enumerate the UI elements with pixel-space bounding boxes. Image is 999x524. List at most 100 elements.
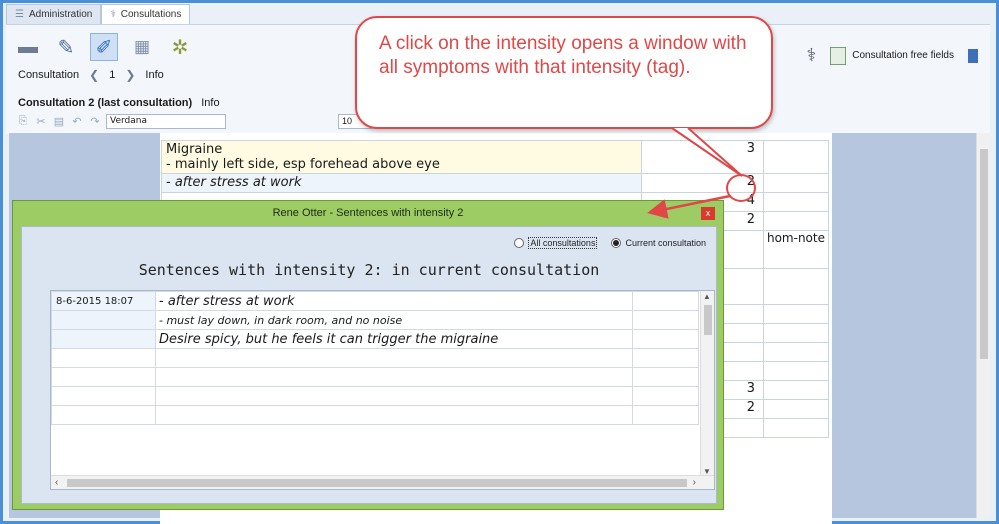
extra-cell — [632, 310, 699, 330]
radio-label-all[interactable]: All consultations — [528, 237, 598, 249]
paste-icon[interactable]: ▤ — [52, 114, 66, 128]
note-cell — [763, 304, 829, 324]
scroll-thumb[interactable] — [704, 305, 712, 335]
symptom-text[interactable]: - after stress at work — [161, 173, 642, 193]
note-cell — [763, 380, 829, 400]
date-cell — [51, 386, 156, 406]
highlight-circle — [726, 174, 756, 202]
scope-radio-group: All consultations Current consultation — [514, 237, 706, 249]
edit-icon[interactable]: ✎ — [52, 33, 80, 61]
tab-strip: ☰ Administration ⚕ Consultations — [6, 4, 191, 24]
table-row[interactable] — [51, 386, 699, 406]
consultation-nav: Consultation ❮ 1 ❯ Info — [18, 68, 164, 82]
note-cell — [763, 323, 829, 343]
table-row[interactable] — [51, 367, 699, 387]
scroll-thumb[interactable] — [67, 479, 687, 487]
info-button[interactable]: Info — [145, 69, 163, 81]
consultation-info-link[interactable]: Info — [201, 97, 219, 109]
prev-arrow-icon[interactable]: ❮ — [89, 68, 99, 82]
tab-consultations[interactable]: ⚕ Consultations — [101, 4, 191, 24]
extra-cell — [632, 386, 699, 406]
pen-icon[interactable]: ✐ — [90, 33, 118, 61]
note-cell — [763, 342, 829, 362]
grid-icon[interactable]: ▦ — [128, 33, 156, 61]
right-tools: ⚕ Consultation free fields — [807, 45, 978, 66]
book-icon[interactable] — [968, 48, 978, 63]
consultation-title: Consultation 2 (last consultation) Info — [18, 97, 220, 109]
scroll-thumb[interactable] — [980, 149, 988, 359]
page-number: 1 — [109, 69, 116, 81]
table-row[interactable] — [51, 348, 699, 368]
scroll-right-icon[interactable]: › — [693, 476, 696, 489]
free-fields-label: Consultation free fields — [852, 50, 954, 61]
font-select[interactable]: Verdana — [106, 113, 226, 129]
cut-icon[interactable]: ✂ — [34, 114, 48, 128]
sentence-cell[interactable] — [155, 367, 633, 387]
scroll-left-icon[interactable]: ‹ — [55, 476, 58, 489]
radio-current-consultation[interactable] — [611, 238, 622, 248]
free-fields-button[interactable]: Consultation free fields — [830, 46, 954, 65]
next-arrow-icon[interactable]: ❯ — [125, 68, 135, 82]
note-cell — [763, 140, 829, 174]
callout-text: A click on the intensity opens a window … — [379, 33, 747, 78]
sentences-table: 8-6-2015 18:07- after stress at work - m… — [51, 291, 699, 425]
format-bar: ⎘ ✂ ▤ ↶ ↷ Verdana 10 B I — [16, 113, 403, 129]
tab-administration[interactable]: ☰ Administration — [6, 4, 102, 24]
extra-cell — [632, 329, 699, 349]
note-cell — [763, 361, 829, 381]
sentence-cell[interactable] — [155, 348, 633, 368]
radio-all-consultations[interactable] — [514, 238, 525, 248]
save-icon[interactable]: ▬ — [14, 33, 42, 61]
tab-label: Administration — [28, 9, 93, 20]
main-scrollbar[interactable] — [976, 133, 990, 518]
scroll-up-icon[interactable]: ▲ — [703, 292, 711, 301]
extra-cell — [632, 405, 699, 425]
sentence-cell[interactable]: - must lay down, in dark room, and no no… — [155, 310, 633, 330]
sentence-cell[interactable]: - after stress at work — [155, 291, 633, 311]
consultation-title-text: Consultation 2 (last consultation) — [18, 97, 193, 109]
sentences-grid: 8-6-2015 18:07- after stress at work - m… — [50, 290, 715, 490]
caduceus-icon: ⚕ — [110, 9, 116, 20]
symptom-text[interactable]: Migraine - mainly left side, esp forehead… — [161, 140, 642, 174]
date-cell — [51, 405, 156, 425]
intensity-popup-window: Rene Otter - Sentences with intensity 2 … — [12, 200, 724, 510]
date-cell — [51, 348, 156, 368]
redo-icon[interactable]: ↷ — [88, 114, 102, 128]
date-cell — [51, 329, 156, 349]
note-cell — [763, 192, 829, 212]
radio-label-current[interactable]: Current consultation — [625, 238, 706, 248]
sentence-cell[interactable] — [155, 405, 633, 425]
popup-horizontal-scrollbar[interactable]: ‹ › — [51, 475, 714, 489]
extra-cell — [632, 348, 699, 368]
table-row[interactable] — [51, 405, 699, 425]
document-icon — [830, 46, 847, 65]
note-cell — [763, 173, 829, 193]
extra-cell — [632, 291, 699, 311]
date-cell: 8-6-2015 18:07 — [51, 291, 156, 311]
extra-cell — [632, 367, 699, 387]
popup-title: Rene Otter - Sentences with intensity 2 — [272, 207, 464, 219]
table-row[interactable]: - must lay down, in dark room, and no no… — [51, 310, 699, 330]
list-icon: ☰ — [15, 9, 24, 20]
table-row[interactable]: 8-6-2015 18:07- after stress at work — [51, 291, 699, 311]
date-cell — [51, 367, 156, 387]
sentence-cell[interactable] — [155, 386, 633, 406]
tab-label: Consultations — [120, 9, 182, 20]
symptom-line: Migraine — [166, 142, 223, 157]
close-icon[interactable]: x — [701, 207, 715, 220]
copy-icon[interactable]: ⎘ — [16, 114, 30, 128]
table-row: Migraine - mainly left side, esp forehead… — [161, 140, 829, 174]
note-cell: hom-note — [763, 230, 829, 269]
toolbar-icons: ▬ ✎ ✐ ▦ ✲ — [14, 33, 194, 61]
undo-icon[interactable]: ↶ — [70, 114, 84, 128]
note-cell — [763, 211, 829, 231]
table-row[interactable]: Desire spicy, but he feels it can trigge… — [51, 329, 699, 349]
popup-body: All consultations Current consultation S… — [21, 226, 717, 504]
intensity-cell[interactable]: 3 — [641, 140, 764, 174]
note-cell — [763, 418, 829, 438]
popup-vertical-scrollbar[interactable]: ▲ ▼ — [700, 291, 714, 477]
caduceus-icon[interactable]: ⚕ — [807, 45, 817, 66]
molecule-icon[interactable]: ✲ — [166, 33, 194, 61]
sentence-cell[interactable]: Desire spicy, but he feels it can trigge… — [155, 329, 633, 349]
popup-heading: Sentences with intensity 2: in current c… — [138, 261, 600, 279]
